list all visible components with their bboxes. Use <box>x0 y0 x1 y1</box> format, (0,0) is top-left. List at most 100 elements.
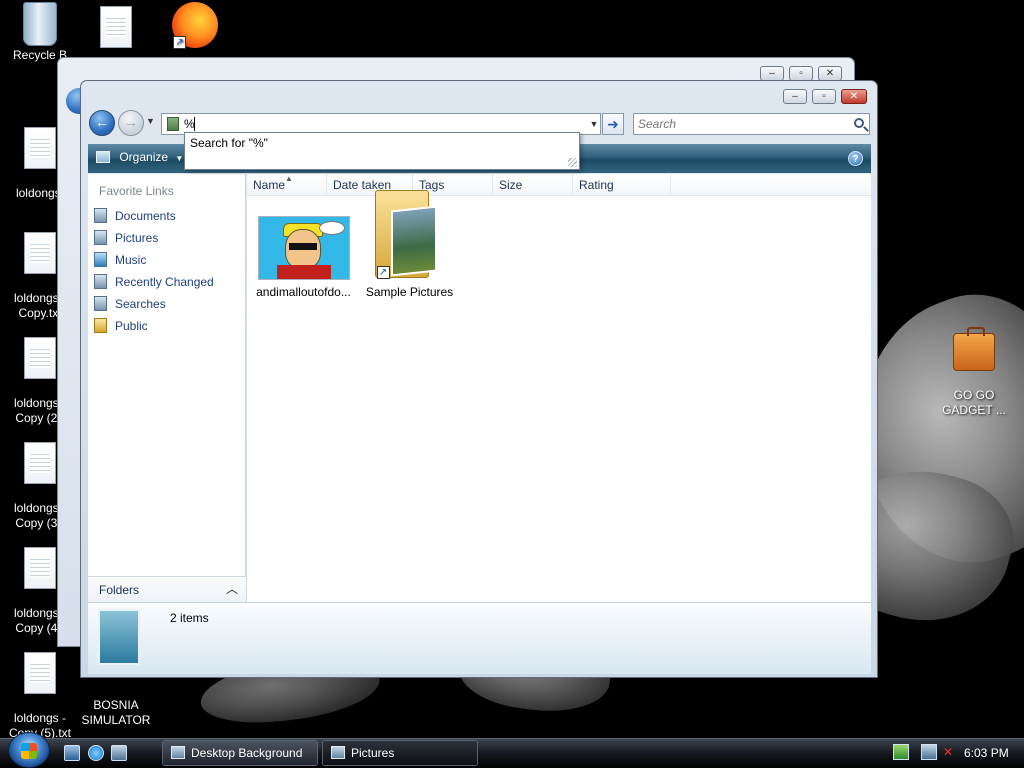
text-file-icon <box>24 547 56 589</box>
fav-link-public[interactable]: Public <box>94 316 240 336</box>
go-go-gadget-label: GO GO GADGET ... <box>942 388 1006 417</box>
taskbar <box>0 738 1024 768</box>
clock[interactable]: 6:03 PM <box>964 746 1009 760</box>
recycle-bin-icon[interactable]: Recycle B <box>0 2 80 63</box>
column-rating[interactable]: Rating <box>573 174 671 196</box>
organize-button[interactable]: Organize ▼ <box>96 150 183 164</box>
maximize-button[interactable]: ▫ <box>812 89 836 104</box>
bosnia-simulator-label: BOSNIA SIMULATOR <box>81 698 151 727</box>
bosnia-simulator-icon[interactable]: BOSNIA SIMULATOR <box>76 683 156 728</box>
column-label: Name <box>253 178 286 192</box>
file-item-label: andimalloutofdo... <box>256 285 351 299</box>
minimize-button[interactable]: ‒ <box>760 66 784 81</box>
column-label: Size <box>499 178 523 192</box>
details-pane: 2 items <box>88 602 871 674</box>
briefcase-icon <box>953 327 995 371</box>
start-button[interactable] <box>8 732 50 768</box>
taskbar-button-label: Pictures <box>351 746 395 760</box>
desktop-file-icon[interactable] <box>76 6 156 50</box>
recent-pages-dropdown-icon[interactable]: ▼ <box>146 116 155 126</box>
minimize-button[interactable]: ‒ <box>783 89 807 104</box>
location-icon <box>167 117 179 131</box>
favorite-links-heading: Favorite Links <box>99 184 174 198</box>
display-icon[interactable] <box>921 744 937 760</box>
firefox-shortcut-icon[interactable]: ↗ <box>155 2 235 50</box>
folder-icon: ↗ <box>371 186 449 280</box>
shortcut-arrow-icon: ↗ <box>173 36 186 49</box>
documents-icon <box>94 208 107 223</box>
text-file-icon <box>24 442 56 484</box>
searches-icon <box>94 296 107 311</box>
search-suggestion-item[interactable]: Search for "%" <box>190 136 268 150</box>
music-icon <box>94 252 107 267</box>
organize-icon <box>96 151 110 163</box>
column-label: Rating <box>579 178 614 192</box>
folders-label: Folders <box>99 583 140 597</box>
text-file-icon <box>24 337 56 379</box>
folder-item-label: Sample Pictures <box>365 285 454 299</box>
go-go-gadget-icon[interactable]: GO GO GADGET ... <box>934 318 1014 418</box>
file-list-view: ▲ Name Date taken Tags Size Rating andim… <box>247 174 871 602</box>
text-file-icon <box>24 652 56 694</box>
column-header: ▲ Name Date taken Tags Size Rating <box>247 174 871 196</box>
pictures-library-icon <box>98 609 140 665</box>
recently-changed-icon <box>94 274 107 289</box>
recycle-bin-glyph-icon <box>23 2 57 46</box>
folders-toggle[interactable]: Folders ︿ <box>88 576 246 602</box>
navigation-pane: Favorite Links Documents Pictures Music … <box>88 174 246 602</box>
item-count: 2 items <box>170 611 209 625</box>
close-button[interactable]: ✕ <box>818 66 842 81</box>
text-file-icon <box>100 6 132 48</box>
pictures-icon <box>94 230 107 245</box>
address-autocomplete-dropdown: Search for "%" <box>184 132 580 170</box>
search-input[interactable] <box>634 114 844 134</box>
go-button[interactable]: ➜ <box>602 113 624 135</box>
sort-arrow-icon: ▲ <box>285 174 293 183</box>
internet-explorer-icon[interactable] <box>88 745 104 761</box>
fav-link-label: Documents <box>115 209 176 223</box>
chevron-up-icon: ︿ <box>225 582 238 596</box>
maximize-button[interactable]: ▫ <box>789 66 813 81</box>
network-status-icon[interactable] <box>893 744 909 760</box>
address-dropdown-icon[interactable]: ▼ <box>587 113 601 135</box>
column-name[interactable]: ▲ Name <box>247 174 327 196</box>
desktop-file-loldongs-copy-5[interactable]: loldongs - Copy (5).txt <box>0 637 80 741</box>
file-item-image[interactable]: andimalloutofdo... <box>251 216 356 299</box>
folder-icon <box>331 746 345 759</box>
fav-link-recently-changed[interactable]: Recently Changed <box>94 272 240 292</box>
shortcut-arrow-icon: ↗ <box>376 266 390 279</box>
help-button[interactable]: ? <box>848 151 863 166</box>
text-caret <box>194 117 195 131</box>
thumbnail-detail <box>276 265 331 279</box>
show-desktop-icon[interactable] <box>64 745 80 761</box>
forward-button[interactable]: → <box>118 110 144 136</box>
taskbar-button-desktop-background[interactable]: Desktop Background <box>162 740 318 766</box>
thumbnail-detail <box>288 243 317 250</box>
volume-muted-icon[interactable]: ✕ <box>940 744 956 760</box>
image-thumbnail <box>257 216 350 280</box>
monitor-icon <box>171 746 185 759</box>
fav-link-label: Public <box>115 319 148 333</box>
fav-link-pictures[interactable]: Pictures <box>94 228 240 248</box>
fav-link-label: Music <box>115 253 147 267</box>
pictures-explorer-window[interactable]: ‒ ▫ ✕ ← → ▼ % ▼ ➜ Organize ▼ ? Favorite … <box>80 80 878 678</box>
folder-photo-preview <box>390 205 437 277</box>
fav-link-label: Recently Changed <box>115 275 214 289</box>
organize-label: Organize <box>119 150 169 164</box>
close-button[interactable]: ✕ <box>841 89 867 104</box>
fav-link-music[interactable]: Music <box>94 250 240 270</box>
search-box[interactable] <box>633 113 870 135</box>
search-icon[interactable] <box>854 118 864 128</box>
fav-link-searches[interactable]: Searches <box>94 294 240 314</box>
switch-windows-icon[interactable] <box>111 745 127 761</box>
taskbar-button-label: Desktop Background <box>191 746 303 760</box>
fav-link-documents[interactable]: Documents <box>94 206 240 226</box>
fav-link-label: Pictures <box>115 231 159 245</box>
thumbnail-detail <box>318 221 345 235</box>
column-size[interactable]: Size <box>493 174 573 196</box>
taskbar-button-pictures[interactable]: Pictures <box>322 740 478 766</box>
text-file-icon <box>24 232 56 274</box>
resize-grip-icon[interactable] <box>568 158 577 167</box>
folder-item-sample-pictures[interactable]: ↗ Sample Pictures <box>357 186 462 299</box>
back-button[interactable]: ← <box>89 110 115 136</box>
